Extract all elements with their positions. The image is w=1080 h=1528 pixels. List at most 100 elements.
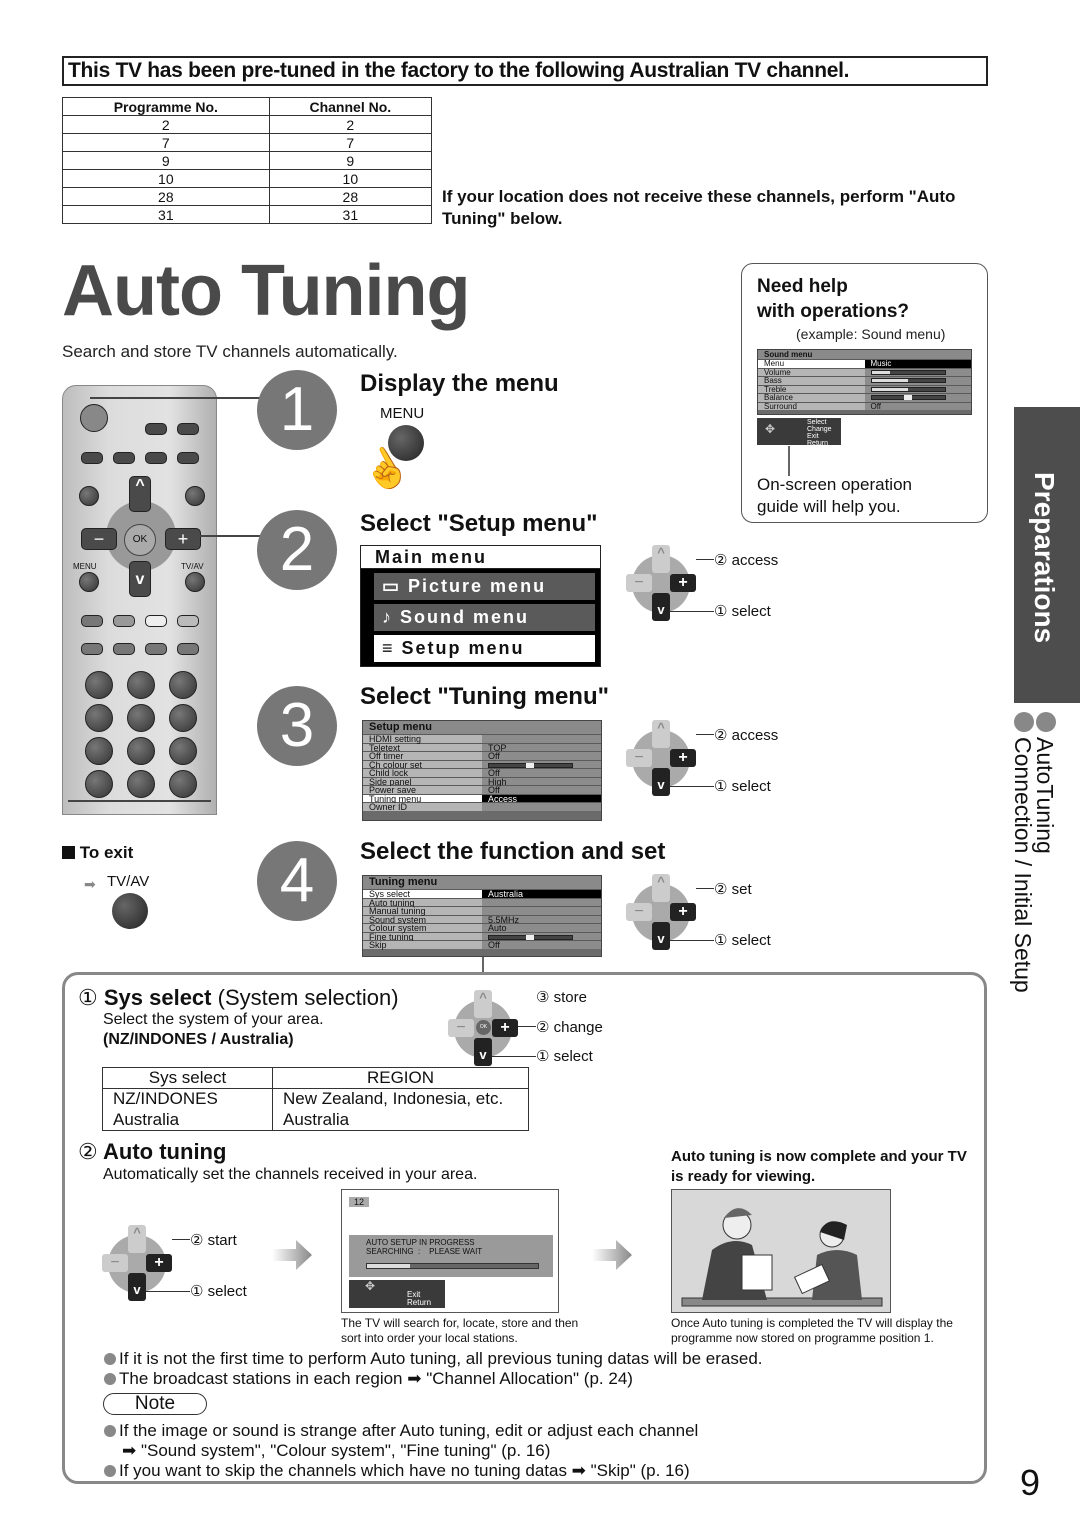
number-key[interactable] bbox=[127, 671, 155, 699]
blue-button[interactable] bbox=[177, 615, 199, 627]
menu-button-label: MENU bbox=[380, 405, 425, 422]
ok-button[interactable]: OK bbox=[124, 524, 156, 556]
auto-tuning-title: Auto tuning bbox=[103, 1139, 227, 1164]
red-button[interactable] bbox=[81, 615, 103, 627]
remote-button[interactable] bbox=[145, 452, 167, 464]
tvav-button-icon[interactable] bbox=[112, 893, 148, 929]
osd-row[interactable]: HDMI setting bbox=[363, 734, 601, 743]
sys-select-table: Sys select REGION NZ/INDONES New Zealand,… bbox=[102, 1067, 529, 1131]
osd-row[interactable]: Auto tuning bbox=[363, 897, 601, 907]
sys-select-subtitle: (System selection) bbox=[217, 985, 399, 1010]
osd-row: Volume bbox=[758, 367, 971, 376]
menu-label: MENU bbox=[73, 562, 97, 571]
note-text: If the image or sound is strange after A… bbox=[119, 1421, 699, 1440]
menu-button[interactable] bbox=[79, 572, 99, 592]
arrow-icon: ➡ bbox=[84, 876, 96, 892]
page-subtitle: Search and store TV channels automatical… bbox=[62, 342, 398, 361]
number-key[interactable] bbox=[127, 770, 155, 798]
plus-action-label: ② access bbox=[714, 727, 779, 744]
main-menu-item-setup[interactable]: ≡ Setup menu bbox=[374, 635, 595, 662]
osd-row[interactable]: Off timer Off bbox=[363, 751, 601, 760]
remote-button[interactable] bbox=[145, 423, 167, 435]
yellow-button[interactable] bbox=[145, 615, 167, 627]
osd-row[interactable]: Child lock Off bbox=[363, 768, 601, 777]
osd-row[interactable]: Teletext TOP bbox=[363, 742, 601, 752]
callout-line bbox=[90, 397, 260, 399]
number-key[interactable] bbox=[85, 770, 113, 798]
power-button[interactable] bbox=[80, 404, 108, 432]
connector-line bbox=[482, 957, 484, 972]
number-key[interactable] bbox=[169, 737, 197, 765]
remote-button[interactable] bbox=[145, 643, 167, 655]
remote-button[interactable] bbox=[81, 452, 103, 464]
number-key[interactable] bbox=[169, 704, 197, 732]
auto-tuning-heading: ② Auto tuning bbox=[78, 1139, 226, 1165]
osd-label: Skip bbox=[363, 941, 482, 949]
cell: 2 bbox=[62, 115, 270, 134]
plus-icon: + bbox=[670, 749, 696, 767]
remote-round-button[interactable] bbox=[185, 486, 205, 506]
green-button[interactable] bbox=[113, 615, 135, 627]
plus-button[interactable]: + bbox=[165, 528, 201, 550]
osd-row[interactable]: Sys select Australia bbox=[363, 889, 601, 898]
main-menu-item-sound[interactable]: ♪ Sound menu bbox=[374, 604, 595, 631]
guide-return: Return bbox=[407, 1298, 432, 1307]
auto-setup-screen: 12 AUTO SETUP IN PROGRESS SEARCHING : PL… bbox=[341, 1189, 559, 1313]
to-exit-label: To exit bbox=[79, 843, 134, 862]
tvav-button[interactable] bbox=[185, 572, 205, 592]
number-key[interactable] bbox=[127, 737, 155, 765]
sound-menu-osd: Sound menu Menu Music Volume Bass Treble … bbox=[757, 349, 972, 415]
remote-round-button[interactable] bbox=[79, 486, 99, 506]
section-dot-icon bbox=[1014, 712, 1034, 732]
remote-button[interactable] bbox=[177, 452, 199, 464]
main-menu-item-picture[interactable]: ▭ Picture menu bbox=[374, 573, 595, 600]
plus-icon: + bbox=[670, 574, 696, 592]
remote-button[interactable] bbox=[177, 643, 199, 655]
progress-line2: SEARCHING : PLEASE WAIT bbox=[366, 1247, 483, 1256]
up-button[interactable]: ^ bbox=[129, 476, 151, 512]
down-button[interactable]: v bbox=[129, 561, 151, 597]
down-icon: v bbox=[652, 768, 670, 796]
osd-row[interactable]: Sound system 5.5MHz bbox=[363, 914, 601, 924]
cell: 31 bbox=[268, 205, 433, 224]
balance-slider bbox=[870, 395, 946, 401]
table-row: 77 bbox=[62, 133, 433, 152]
header-channel-no: Channel No. bbox=[268, 97, 433, 116]
presenters-illustration bbox=[681, 1208, 883, 1307]
slider bbox=[488, 762, 573, 768]
osd-row[interactable]: Colour system Auto bbox=[363, 923, 601, 932]
remote-button[interactable] bbox=[81, 643, 103, 655]
remote-button[interactable] bbox=[177, 423, 199, 435]
step-4-title: Select the function and set bbox=[360, 838, 666, 865]
number-key[interactable] bbox=[127, 704, 155, 732]
remote-button[interactable] bbox=[113, 452, 135, 464]
callout-line bbox=[670, 940, 714, 941]
osd-row: Treble bbox=[758, 384, 971, 393]
number-key[interactable] bbox=[85, 704, 113, 732]
bullet-text: The broadcast stations in each region ➡ … bbox=[119, 1369, 633, 1388]
cell: 10 bbox=[62, 169, 270, 188]
number-key[interactable] bbox=[169, 671, 197, 699]
osd-row: Bass bbox=[758, 376, 971, 385]
number-key[interactable] bbox=[169, 770, 197, 798]
help-caption-line1: On-screen operation bbox=[757, 475, 912, 494]
number-key[interactable] bbox=[85, 671, 113, 699]
help-title-line2: with operations? bbox=[757, 301, 909, 322]
osd-row[interactable]: Skip Off bbox=[363, 940, 601, 949]
osd-row[interactable]: Side panel High bbox=[363, 776, 601, 786]
osd-label: Colour system bbox=[363, 924, 482, 932]
osd-row[interactable]: Owner ID bbox=[363, 802, 601, 811]
osd-row[interactable]: Manual tuning bbox=[363, 906, 601, 915]
osd-row[interactable]: Fine tuning bbox=[363, 931, 601, 941]
osd-row[interactable]: Power save Off bbox=[363, 785, 601, 794]
list-icon: ≡ bbox=[382, 638, 395, 658]
number-key[interactable] bbox=[85, 737, 113, 765]
dpad-icon: ✥ bbox=[365, 1279, 376, 1293]
bullet-dot-icon bbox=[104, 1425, 116, 1437]
osd-row[interactable]: Tuning menu Access bbox=[363, 793, 601, 803]
minus-button[interactable]: − bbox=[81, 528, 117, 550]
osd-row[interactable]: Ch colour set bbox=[363, 759, 601, 769]
cell: 28 bbox=[268, 187, 433, 206]
cell: NZ/INDONES bbox=[102, 1088, 273, 1110]
remote-button[interactable] bbox=[113, 643, 135, 655]
